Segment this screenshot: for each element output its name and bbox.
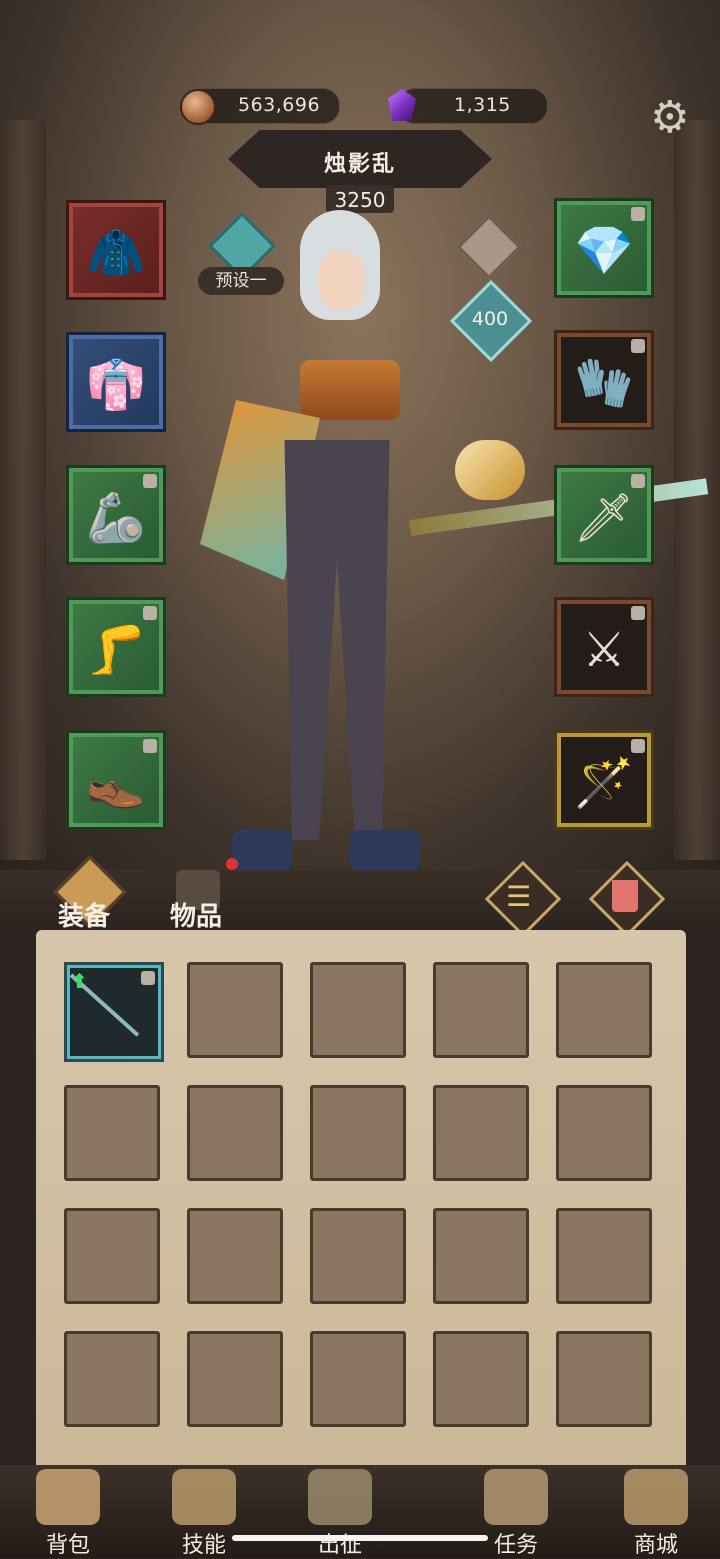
inventory-slot[interactable] xyxy=(310,1208,406,1304)
stat-value: 400 xyxy=(471,308,509,330)
inventory-slot[interactable] xyxy=(433,1331,529,1427)
tunic-icon: 👘 xyxy=(86,357,146,413)
lion-head-staff-ornament xyxy=(455,440,525,500)
shop-crown-icon[interactable] xyxy=(624,1469,688,1525)
equip-slot-sword[interactable]: ⚔ xyxy=(554,597,654,697)
inventory-slot[interactable] xyxy=(64,1208,160,1304)
nav-items: 背包 技能 出征 任务 商城 xyxy=(0,1465,720,1558)
equip-slot-shoes[interactable]: 👞 xyxy=(66,730,166,830)
nav-label-1[interactable]: 技能 xyxy=(154,1527,254,1559)
coin-icon xyxy=(180,89,216,125)
nav-label-3[interactable]: 任务 xyxy=(466,1527,566,1559)
left-wood-frame xyxy=(0,120,46,860)
equip-slot-weapon[interactable]: 🗡 xyxy=(554,465,654,565)
lock-icon xyxy=(631,207,645,221)
inventory-slot[interactable] xyxy=(556,1208,652,1304)
inventory-slot[interactable] xyxy=(556,1331,652,1427)
skill-book-icon[interactable] xyxy=(172,1469,236,1525)
tab-items[interactable]: 物品 xyxy=(170,896,222,933)
inventory-slot[interactable] xyxy=(187,1208,283,1304)
robe-icon: 🧥 xyxy=(86,225,146,281)
lock-icon xyxy=(631,339,645,353)
equip-slot-bracer[interactable]: 🦾 xyxy=(66,465,166,565)
trash-glyph xyxy=(612,880,638,912)
inventory-slot[interactable] xyxy=(433,1085,529,1181)
equip-slot-gauntlet[interactable]: 🧤 xyxy=(554,330,654,430)
home-indicator[interactable] xyxy=(232,1535,488,1541)
lock-icon xyxy=(143,474,157,488)
inventory-slot[interactable] xyxy=(433,962,529,1058)
inventory-slot[interactable] xyxy=(556,1085,652,1181)
equip-slot-tunic[interactable]: 👘 xyxy=(66,332,166,432)
notification-dot xyxy=(226,858,238,870)
hero-left-shoe xyxy=(232,830,292,870)
scroll-quest-icon[interactable] xyxy=(484,1469,548,1525)
inventory-slot[interactable] xyxy=(310,1085,406,1181)
tab-equipment[interactable]: 装备 xyxy=(58,896,110,933)
upgrade-arrow-icon: ⬆ xyxy=(71,969,88,993)
filter-glyph: ☰ xyxy=(506,880,532,913)
gem-amount: 1,315 xyxy=(454,94,511,116)
coin-amount: 563,696 xyxy=(238,94,321,116)
preset-button[interactable]: 预设一 xyxy=(198,267,284,295)
inventory-slot[interactable] xyxy=(187,962,283,1058)
hero-name: 烛影乱 xyxy=(323,152,396,177)
equip-slot-legs[interactable]: 🦵 xyxy=(66,597,166,697)
nav-label-0[interactable]: 背包 xyxy=(18,1527,118,1559)
lock-icon xyxy=(631,606,645,620)
backpack-icon[interactable] xyxy=(36,1469,100,1525)
equip-slot-necklace[interactable]: 💎 xyxy=(554,198,654,298)
hero-right-shoe xyxy=(350,830,420,870)
inventory-slot[interactable] xyxy=(64,1085,160,1181)
equip-slot-scepter[interactable]: 🪄 xyxy=(554,730,654,830)
nav-label-2[interactable]: 出征 xyxy=(290,1527,390,1559)
lock-icon xyxy=(143,739,157,753)
inventory-slot[interactable] xyxy=(556,962,652,1058)
inventory-slot[interactable] xyxy=(433,1208,529,1304)
inventory-slot[interactable] xyxy=(187,1331,283,1427)
sword-banner-icon[interactable] xyxy=(308,1469,372,1525)
lock-icon xyxy=(141,971,155,985)
inventory-grid: ⬆ xyxy=(64,962,664,1462)
hero-top xyxy=(300,360,400,420)
gear-icon[interactable]: ⚙ xyxy=(650,96,689,140)
lock-icon xyxy=(631,739,645,753)
inventory-item-spear[interactable]: ⬆ xyxy=(64,962,164,1062)
nav-label-4[interactable]: 商城 xyxy=(606,1527,706,1559)
inventory-slot[interactable] xyxy=(64,1331,160,1427)
lock-icon xyxy=(631,474,645,488)
inventory-slot[interactable] xyxy=(310,962,406,1058)
equip-slot-armor[interactable]: 🧥 xyxy=(66,200,166,300)
inventory-slot[interactable] xyxy=(187,1085,283,1181)
hero-face xyxy=(318,250,364,310)
inventory-slot[interactable] xyxy=(310,1331,406,1427)
lock-icon xyxy=(143,606,157,620)
